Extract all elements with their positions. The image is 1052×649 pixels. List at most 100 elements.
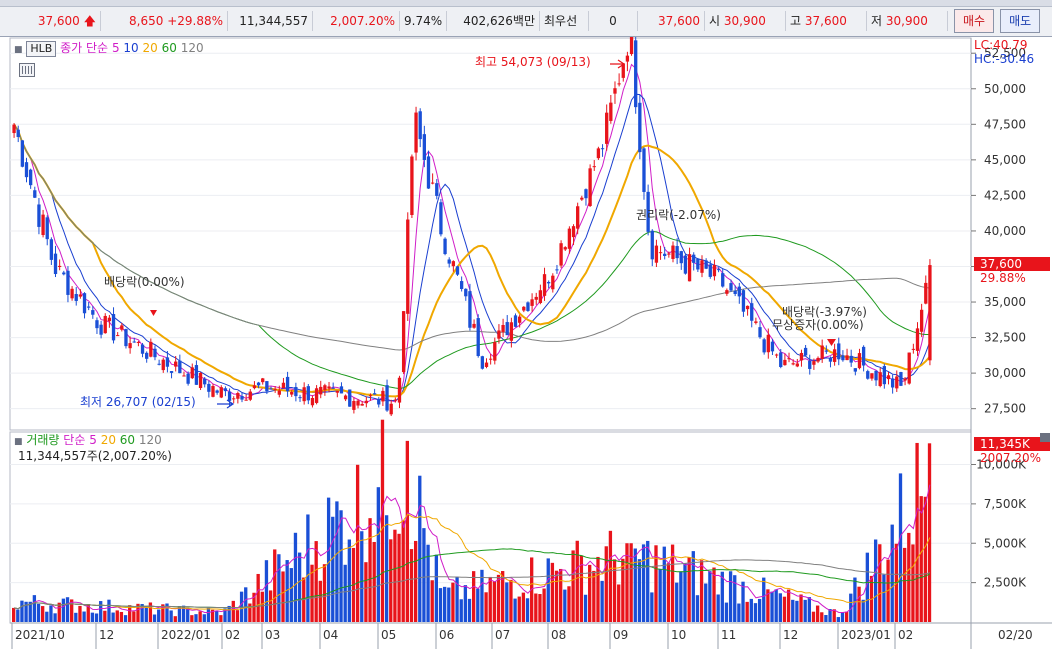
candle-body xyxy=(663,253,667,256)
volume-bar xyxy=(289,568,293,622)
volume-bar xyxy=(737,603,741,622)
ma10-label: 10 xyxy=(123,41,139,55)
candle-body xyxy=(136,341,141,343)
volume-bar xyxy=(148,602,153,622)
sell-button[interactable]: 매도 xyxy=(1000,9,1041,33)
volume-bar xyxy=(534,593,538,622)
priority-value: 0 xyxy=(589,11,638,31)
candle-body xyxy=(629,37,634,55)
candle-body xyxy=(451,261,456,267)
volume-bar xyxy=(695,595,700,622)
volume-bar xyxy=(74,612,78,622)
candle-body xyxy=(878,372,882,387)
candle-body xyxy=(472,323,476,328)
lc-label: LC:40.79 xyxy=(974,38,1027,52)
stock-chart[interactable]: 52,50050,00047,50045,00042,50040,00037,5… xyxy=(0,37,1052,649)
date-tick-label: 11 xyxy=(721,628,736,642)
candle-body xyxy=(186,373,190,384)
volume-bar xyxy=(413,540,418,622)
volume-bar xyxy=(600,580,604,622)
candle-body xyxy=(78,294,83,297)
volume-tag-percent: 2007.20% xyxy=(980,451,1041,465)
candle-body xyxy=(716,269,721,271)
volume-bar xyxy=(364,562,368,622)
volume-bar xyxy=(923,496,928,622)
candle-body xyxy=(360,403,364,406)
buy-button[interactable]: 매수 xyxy=(954,9,995,33)
bonus-annotation: 무상증자(0.00%) xyxy=(772,318,864,332)
volume-bar xyxy=(853,577,857,622)
volume-bar xyxy=(389,539,393,622)
candle-body xyxy=(174,361,178,367)
volume-bar xyxy=(492,581,497,622)
legend-toggle-icon[interactable]: ■ xyxy=(14,437,23,447)
candle-body xyxy=(207,383,211,392)
volume-bar xyxy=(844,611,849,622)
volume-bar xyxy=(646,540,650,622)
candle-body xyxy=(857,353,862,369)
candle-body xyxy=(439,202,443,235)
candle-body xyxy=(12,124,16,134)
table-grid-icon[interactable] xyxy=(19,63,35,77)
volume-bar xyxy=(260,591,264,622)
candle-body xyxy=(443,238,447,255)
volume-bar xyxy=(32,595,37,622)
candle-body xyxy=(165,357,170,367)
candle-body xyxy=(464,288,468,297)
candle-body xyxy=(203,378,207,385)
candle-body xyxy=(401,311,406,373)
candle-body xyxy=(211,386,215,397)
volume-bar xyxy=(190,615,194,622)
candle-body xyxy=(828,358,833,362)
volume-bar xyxy=(521,592,526,622)
volume-bar xyxy=(16,609,20,622)
date-tick-label: 03 xyxy=(265,628,280,642)
candle-body xyxy=(845,355,849,361)
volume-bar xyxy=(152,614,157,622)
candle-body xyxy=(820,345,824,359)
volume-bar xyxy=(873,539,878,622)
volume-bar xyxy=(430,580,434,622)
volume-bar xyxy=(119,611,124,622)
candle-body xyxy=(534,296,538,300)
candle-body xyxy=(356,400,360,406)
volume-bar xyxy=(273,549,277,622)
price-series-label: 종가 단순 xyxy=(60,41,109,55)
candle-body xyxy=(874,370,878,381)
volume-bar xyxy=(405,440,410,622)
volume-bar xyxy=(757,598,762,622)
volume-bar xyxy=(774,589,778,622)
volume-bar xyxy=(169,610,173,622)
candle-body xyxy=(650,230,654,260)
candle-body xyxy=(232,398,236,400)
volume-bar xyxy=(637,559,642,622)
volume-tick-label: 5,000K xyxy=(984,536,1027,550)
panel-close-icon[interactable] xyxy=(1040,433,1050,442)
low-price: 저 30,900 xyxy=(867,11,948,31)
volume-bar xyxy=(194,614,198,622)
volume-bar xyxy=(384,515,389,622)
candle-body xyxy=(907,352,911,384)
low-label: 저 xyxy=(871,14,883,28)
open-value: 30,900 xyxy=(723,14,766,28)
price-tag-percent: 29.88% xyxy=(980,271,1026,285)
volume-bar xyxy=(380,419,385,622)
candle-body xyxy=(915,328,920,351)
candle-body xyxy=(37,204,41,227)
turnover: 9.74% xyxy=(400,11,447,31)
candle-body xyxy=(331,387,335,389)
symbol-tag[interactable]: HLB xyxy=(26,41,57,57)
candle-body xyxy=(273,388,277,390)
candle-body xyxy=(215,390,219,393)
legend-toggle-icon[interactable]: ■ xyxy=(14,45,23,55)
date-tick-label: 12 xyxy=(783,628,798,642)
volume-bar xyxy=(505,582,509,622)
candle-body xyxy=(866,371,870,379)
chart-background xyxy=(0,37,1052,649)
candle-body xyxy=(547,281,551,284)
volume-bar xyxy=(612,559,617,622)
volume-tick-label: 7,500K xyxy=(984,497,1027,511)
volume-bar xyxy=(720,571,724,622)
volume-bar xyxy=(476,588,480,622)
volume-bar xyxy=(227,605,231,622)
